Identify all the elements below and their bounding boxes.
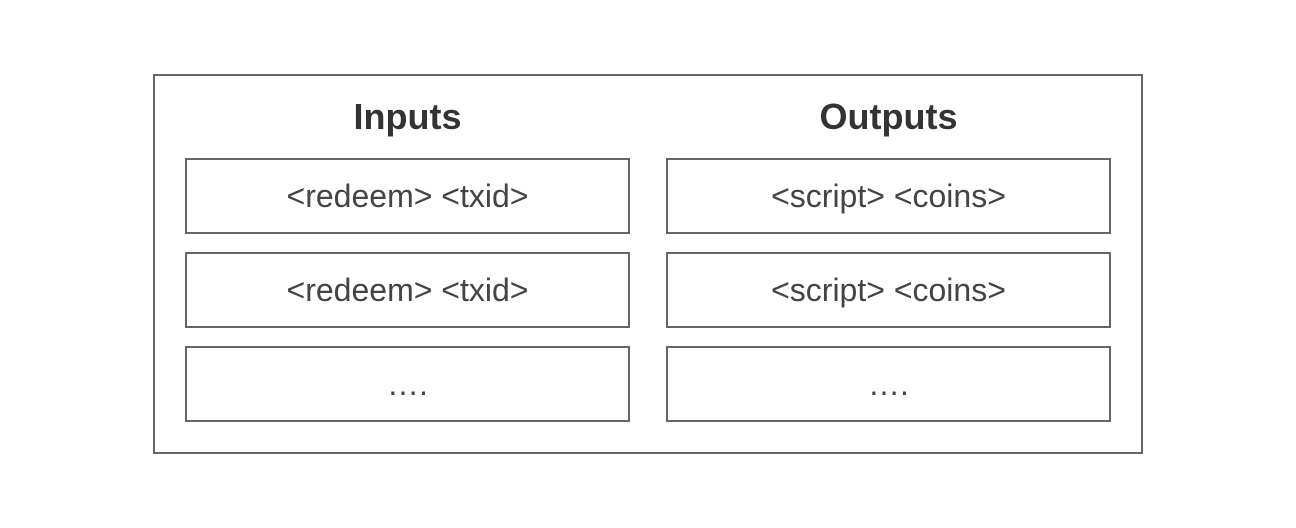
input-row: <redeem> <txid>	[185, 158, 630, 234]
output-row-ellipsis: ….	[666, 346, 1111, 422]
output-row: <script> <coins>	[666, 252, 1111, 328]
transaction-diagram: Inputs <redeem> <txid> <redeem> <txid> ……	[0, 0, 1296, 528]
transaction-box: Inputs <redeem> <txid> <redeem> <txid> ……	[153, 74, 1143, 454]
inputs-column: Inputs <redeem> <txid> <redeem> <txid> ……	[185, 96, 630, 422]
input-row-ellipsis: ….	[185, 346, 630, 422]
outputs-column: Outputs <script> <coins> <script> <coins…	[666, 96, 1111, 422]
inputs-header: Inputs	[185, 96, 630, 138]
output-row: <script> <coins>	[666, 158, 1111, 234]
input-row: <redeem> <txid>	[185, 252, 630, 328]
outputs-header: Outputs	[666, 96, 1111, 138]
